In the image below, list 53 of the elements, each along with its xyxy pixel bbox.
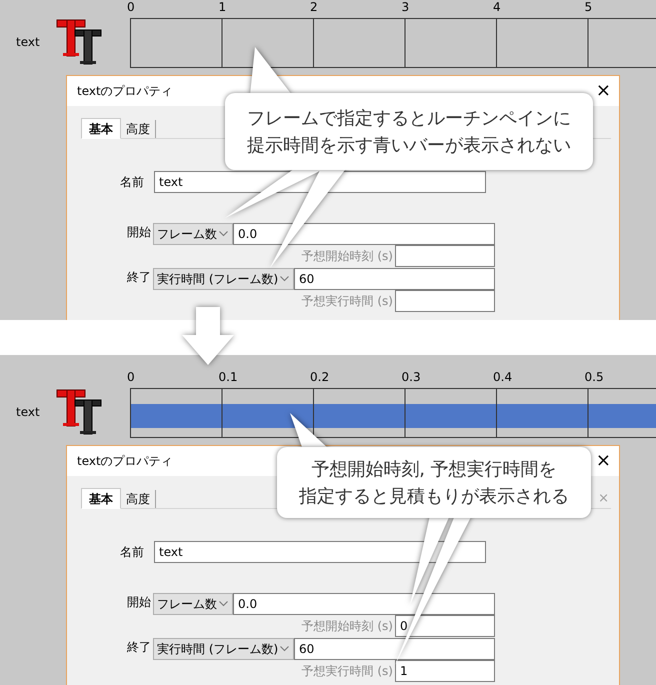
tab[interactable]: 基本 [81,488,121,509]
input-field[interactable]: 0 [395,615,495,637]
tab-close-mark: × [598,492,609,506]
dropdown[interactable]: 実行時間 (フレーム数) [153,638,294,660]
tick-label: 5 [584,0,592,14]
tick-label: 1 [218,0,226,14]
field-label: 予想実行時間 (s) [302,663,394,680]
tick-label: 4 [493,0,501,14]
tick-label: 0.4 [493,370,512,384]
dropdown[interactable]: フレーム数 [153,223,233,245]
input-field[interactable]: 0.0 [233,593,495,615]
tab[interactable]: 基本 [81,118,121,139]
input-field[interactable]: 60 [294,638,495,660]
track-label: text [16,34,40,51]
dropdown[interactable]: 実行時間 (フレーム数) [153,268,294,290]
field-label: 予想開始時刻 (s) [302,248,394,265]
chevron-down-icon [280,646,289,652]
input-field[interactable]: 60 [294,268,495,290]
tick-label: 0.5 [584,370,604,384]
tick-label: 0 [127,370,135,384]
chevron-down-icon [280,276,289,282]
input-field[interactable]: 1 [395,660,495,682]
window-title: textのプロパティ [77,453,173,470]
field-label: 開始 [127,594,151,611]
tab[interactable]: 高度 [121,120,156,138]
close-button[interactable]: × [596,452,611,470]
input-field[interactable] [395,245,495,267]
tick-label: 0.2 [310,370,330,384]
track-label: text [16,404,40,421]
callout-text: 指定すると見積もりが表示される [299,484,569,508]
chevron-down-icon [219,601,228,607]
field-label: 名前 [120,544,144,561]
field-label: 予想開始時刻 (s) [302,618,394,635]
tick-label: 0.1 [218,370,238,384]
field-label: 予想実行時間 (s) [302,293,394,310]
close-button[interactable]: × [596,82,611,100]
chevron-down-icon [219,231,228,237]
dropdown[interactable]: フレーム数 [153,593,233,615]
tab[interactable]: 高度 [121,490,156,508]
window-title: textのプロパティ [77,83,173,100]
input-field[interactable]: 0.0 [233,223,495,245]
callout-text: 予想開始時刻, 予想実行時間を [311,458,557,482]
callout-text: 提示時間を示す青いバーが表示されない [247,134,571,158]
field-label: 開始 [127,224,151,241]
input-field[interactable] [395,290,495,312]
tick-label: 0 [127,0,135,14]
field-label: 名前 [120,174,144,191]
field-label: 終了 [127,639,151,656]
tick-label: 0.3 [402,370,421,384]
tick-label: 2 [310,0,318,14]
callout-text: フレームで指定するとルーチンペインに [247,106,571,130]
field-label: 終了 [127,269,151,286]
tick-label: 3 [402,0,410,14]
